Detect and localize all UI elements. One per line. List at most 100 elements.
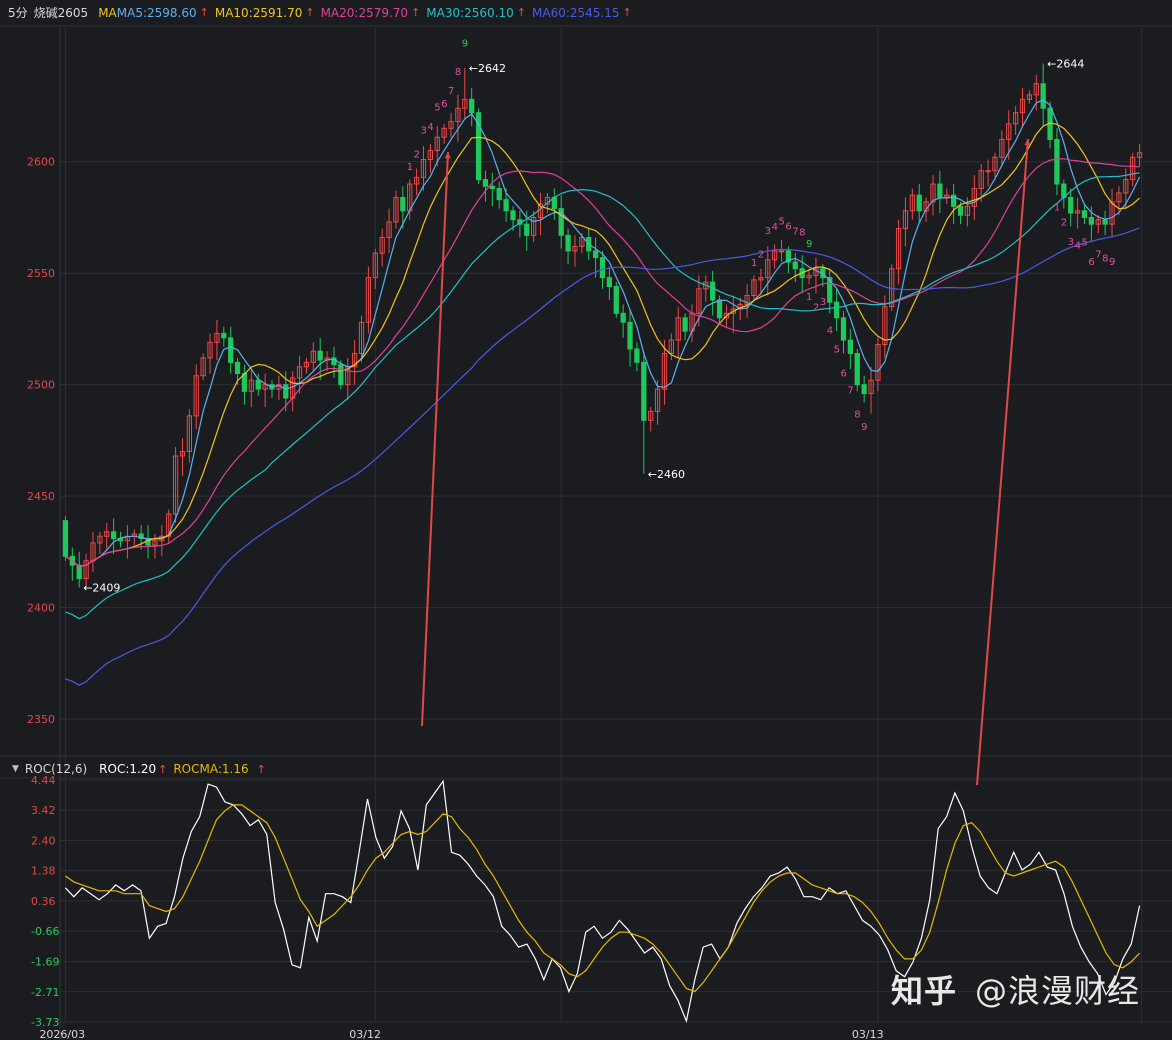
- candle-body: [489, 185, 495, 189]
- roc-tick-label: -1.69: [31, 956, 59, 969]
- td-count-label: 7: [448, 86, 454, 97]
- td-count-label: 7: [792, 227, 798, 238]
- ma-up-icon: ↑: [622, 5, 632, 19]
- td-count-label: 1: [751, 258, 757, 269]
- price-tick-label: 2400: [27, 602, 55, 615]
- annotation-arrow: [421, 151, 449, 727]
- candle-body: [840, 317, 847, 341]
- td-count-label: 9: [806, 239, 812, 250]
- candle-body: [1102, 219, 1108, 225]
- symbol-label[interactable]: 烧碱2605: [34, 4, 89, 21]
- candle-body: [1088, 216, 1094, 225]
- candle-body: [221, 332, 227, 339]
- td-count-label: 4: [1075, 241, 1081, 252]
- td-count-label: 9: [462, 39, 468, 50]
- zhihu-logo: 知乎: [890, 972, 957, 1010]
- candle-body: [228, 337, 234, 363]
- candle-body: [469, 98, 475, 114]
- ma-values: MA5:2598.60 ↑ MA10:2591.70 ↑ MA20:2579.70 ↑ MA…: [117, 6, 638, 20]
- ma-value-3: MA20:2579.70: [320, 5, 409, 20]
- ma-value-4: MA30:2560.10: [426, 5, 514, 20]
- ma20-line: [65, 158, 1140, 568]
- watermark: 知乎 @浪漫财经: [891, 966, 1140, 1012]
- roc-tick-label: 2.40: [31, 834, 56, 847]
- roc-tick-label: 0.36: [31, 895, 56, 908]
- roc-tick-label: -3.73: [31, 1016, 59, 1029]
- candle-body: [496, 187, 502, 201]
- roc-indicator-name[interactable]: ROC(12,6): [25, 762, 87, 776]
- candle-body: [710, 281, 716, 301]
- td-count-label: 9: [861, 422, 867, 433]
- candle-body: [620, 312, 626, 323]
- td-count-label: 9: [1109, 257, 1115, 268]
- ma-up-icon: ↑: [199, 5, 209, 19]
- candle-body: [592, 250, 599, 259]
- price-tick-label: 2450: [27, 490, 55, 503]
- roc-tick-label: 1.38: [31, 865, 56, 878]
- time-tick-label: 03/12: [349, 1028, 381, 1040]
- candle-body: [503, 199, 509, 212]
- roc-collapse-icon[interactable]: ▼: [12, 764, 19, 774]
- time-tick-label: 2026/03: [39, 1028, 85, 1040]
- candle-body: [937, 183, 943, 198]
- td-count-label: 8: [455, 67, 461, 78]
- td-count-label: 6: [441, 99, 447, 110]
- price-tick-label: 2350: [27, 713, 55, 726]
- extreme-price-marker: ←2409: [83, 582, 120, 595]
- time-tick-label: 03/13: [852, 1028, 884, 1040]
- td-count-label: 6: [840, 368, 846, 379]
- price-tick-label: 2600: [27, 156, 55, 169]
- price-tick-label: 2550: [27, 267, 55, 280]
- extreme-price-marker: ←2460: [648, 468, 685, 481]
- candle-body: [716, 299, 723, 319]
- td-count-label: 5: [434, 103, 440, 114]
- td-count-label: 3: [1068, 237, 1074, 248]
- candle-body: [854, 352, 860, 386]
- roc-tick-label: -2.71: [31, 986, 59, 999]
- td-count-label: 7: [1095, 250, 1101, 261]
- ma60-line: [65, 227, 1140, 686]
- candle-body: [1081, 210, 1088, 218]
- candle-body: [792, 261, 798, 270]
- td-count-label: 5: [779, 216, 785, 227]
- candle-body: [317, 350, 323, 361]
- candle-body: [482, 179, 489, 187]
- main-header: 5分 烧碱2605 MA MA5:2598.60 ↑ MA10:2591.70 ↑ MA…: [8, 4, 644, 21]
- annotation-arrow-head: [444, 152, 451, 159]
- td-count-label: 3: [420, 126, 426, 137]
- candle-body: [627, 321, 633, 350]
- price-tick-label: 2500: [27, 379, 55, 392]
- candle-body: [1068, 196, 1074, 214]
- ma-up-icon: ↑: [305, 5, 315, 19]
- td-count-label: 3: [820, 297, 826, 308]
- ma-value-1: MA5:2598.60: [116, 5, 197, 20]
- td-count-label: 5: [1081, 238, 1087, 249]
- ma-value-5: MA60:2545.15: [532, 5, 620, 20]
- rocma-up-icon: ↑: [256, 762, 266, 776]
- roc-value: ROC:1.20: [99, 762, 157, 776]
- candle-body: [957, 205, 964, 216]
- td-count-label: 3: [765, 226, 771, 237]
- candle-body: [833, 301, 840, 319]
- td-count-label: 1: [806, 292, 812, 303]
- candle-body: [400, 196, 406, 212]
- annotation-arrow: [976, 138, 1029, 786]
- td-count-label: 7: [847, 386, 853, 397]
- chart-canvas[interactable]: 2350 2400 2450 2500 2550 2600 2026/03 03/12 03/1…: [0, 0, 1172, 1040]
- candle-body: [613, 286, 619, 314]
- candle-body: [1054, 138, 1060, 185]
- candle-body: [234, 361, 241, 375]
- td-count-label: 4: [772, 222, 778, 233]
- roc-tick-label: -0.66: [31, 925, 59, 938]
- candle-body: [861, 384, 867, 395]
- candle-body: [634, 348, 640, 363]
- td-count-label: 2: [758, 250, 764, 261]
- annotation-arrow-head: [1024, 139, 1031, 146]
- td-count-label: 8: [1102, 253, 1108, 264]
- extreme-price-marker: ←2644: [1047, 58, 1084, 71]
- candle-body: [111, 531, 117, 539]
- candle-body: [778, 250, 785, 253]
- extreme-price-marker: ←2642: [469, 62, 506, 75]
- period-label[interactable]: 5分: [8, 4, 28, 21]
- td-count-label: 1: [1054, 203, 1060, 214]
